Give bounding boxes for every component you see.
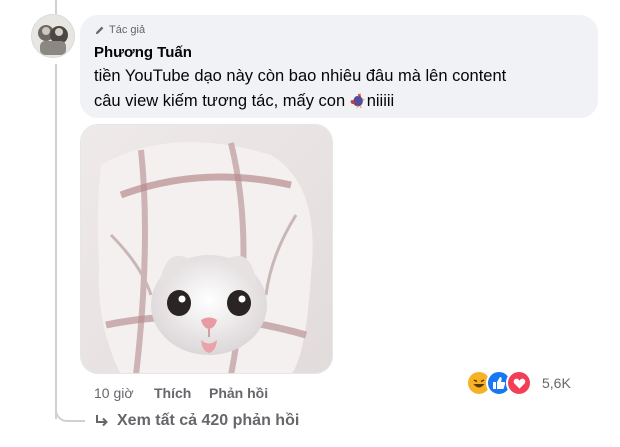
comment-text-segment: niiiii	[366, 92, 395, 110]
author-badge: Tác giả	[94, 24, 145, 36]
view-all-replies[interactable]: Xem tất cả 420 phản hồi	[95, 412, 299, 430]
reaction-count: 5,6K	[538, 375, 575, 391]
avatar[interactable]	[31, 14, 75, 58]
comment-text-line: tiền YouTube dạo này còn bao nhiêu đâu m…	[94, 67, 507, 85]
reply-connector	[55, 404, 85, 422]
comment-text-line: câu view kiếm tương tác, mấy con niiiii	[94, 89, 584, 114]
reply-arrow-icon	[96, 415, 108, 427]
avatar-image	[32, 15, 74, 57]
comment-timestamp[interactable]: 10 giờ	[94, 385, 134, 401]
like-button[interactable]: Thích	[154, 385, 191, 401]
thread-line	[55, 0, 57, 14]
comment-text-segment: câu view kiếm tương tác, mấy con	[94, 92, 350, 110]
thread-line	[55, 64, 57, 419]
author-name[interactable]: Phương Tuấn	[94, 44, 192, 61]
pencil-icon	[95, 26, 104, 34]
view-all-replies-label: Xem tất cả 420 phản hồi	[117, 412, 300, 429]
author-badge-label: Tác giả	[109, 24, 146, 36]
comment-text: tiền YouTube dạo này còn bao nhiêu đâu m…	[94, 64, 584, 114]
love-icon	[506, 370, 532, 396]
comment-bubble: Tác giả Phương Tuấn tiền YouTube dạo này…	[80, 15, 598, 118]
reaction-summary[interactable]: 5,6K	[466, 370, 575, 396]
rooster-icon	[350, 92, 366, 109]
comment-photo[interactable]	[80, 124, 333, 374]
cat-photo	[81, 125, 332, 373]
reply-button[interactable]: Phản hồi	[209, 385, 268, 401]
